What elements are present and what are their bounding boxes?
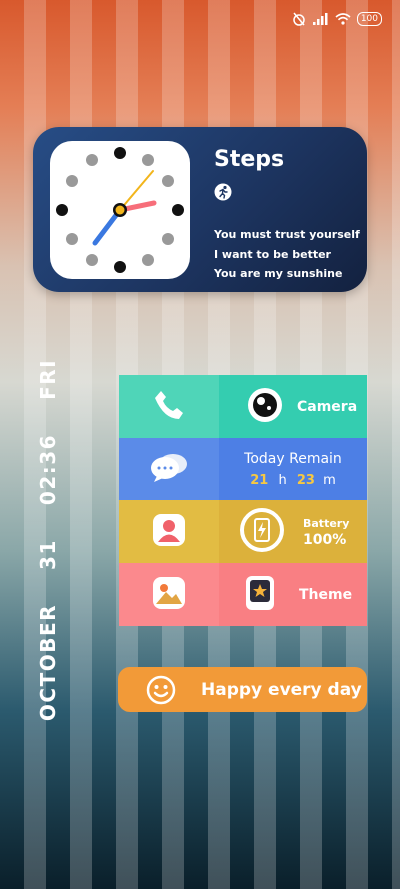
- date-weekday: FRI: [36, 358, 60, 400]
- wifi-icon: [335, 11, 351, 27]
- camera-icon: [247, 387, 283, 427]
- happy-label: Happy every day: [201, 679, 362, 700]
- remain-minutes-unit: m: [323, 472, 336, 488]
- alarm-off-icon: [291, 11, 307, 27]
- battery-widget[interactable]: Battery 100%: [219, 500, 367, 563]
- battery-indicator: 100: [356, 12, 382, 26]
- phone-icon: [152, 388, 186, 426]
- contacts-icon: [152, 513, 186, 551]
- remain-minutes: 23: [296, 472, 315, 488]
- steps-title: Steps: [214, 147, 285, 172]
- date-day: 31: [36, 539, 60, 570]
- signal-icon: [312, 11, 329, 27]
- remain-title: Today Remain: [244, 450, 342, 467]
- messages-button[interactable]: [119, 438, 219, 500]
- quote-line-1: You must trust yourself: [214, 228, 360, 241]
- theme-button[interactable]: Theme: [219, 563, 367, 626]
- quote-line-2: I want to be better: [214, 248, 331, 261]
- vertical-date-time: OCTOBER 31 02:36 FRI: [36, 359, 60, 721]
- contacts-button[interactable]: [119, 500, 219, 563]
- phone-button[interactable]: [119, 375, 219, 438]
- remain-hours: 21: [250, 472, 269, 488]
- camera-label: Camera: [297, 398, 358, 415]
- date-month: OCTOBER: [36, 603, 60, 722]
- gallery-icon: [152, 576, 186, 614]
- happy-every-day-widget[interactable]: Happy every day: [118, 667, 367, 712]
- quote-line-3: You are my sunshine: [214, 267, 343, 280]
- battery-info: Battery 100%: [303, 516, 349, 548]
- theme-label: Theme: [299, 586, 353, 603]
- remain-hours-unit: h: [278, 472, 287, 488]
- theme-icon: [245, 575, 275, 615]
- runner-icon: [214, 183, 232, 201]
- messages-icon: [149, 451, 189, 487]
- status-bar: 100: [291, 8, 382, 30]
- camera-button[interactable]: Camera: [219, 375, 367, 438]
- app-grid-widget: Camera Today Remain 21 h 23 m Battery 10…: [119, 375, 367, 626]
- gallery-button[interactable]: [119, 563, 219, 626]
- today-remain-widget[interactable]: Today Remain 21 h 23 m: [219, 438, 367, 500]
- analog-clock: [50, 141, 190, 279]
- steps-widget[interactable]: Steps You must trust yourself I want to …: [33, 127, 367, 292]
- battery-label: Battery: [303, 516, 350, 530]
- date-time: 02:36: [36, 433, 60, 506]
- smile-icon: [146, 675, 176, 709]
- remain-time: 21 h 23 m: [250, 473, 336, 488]
- battery-icon: [239, 507, 285, 557]
- battery-value: 100%: [303, 531, 347, 548]
